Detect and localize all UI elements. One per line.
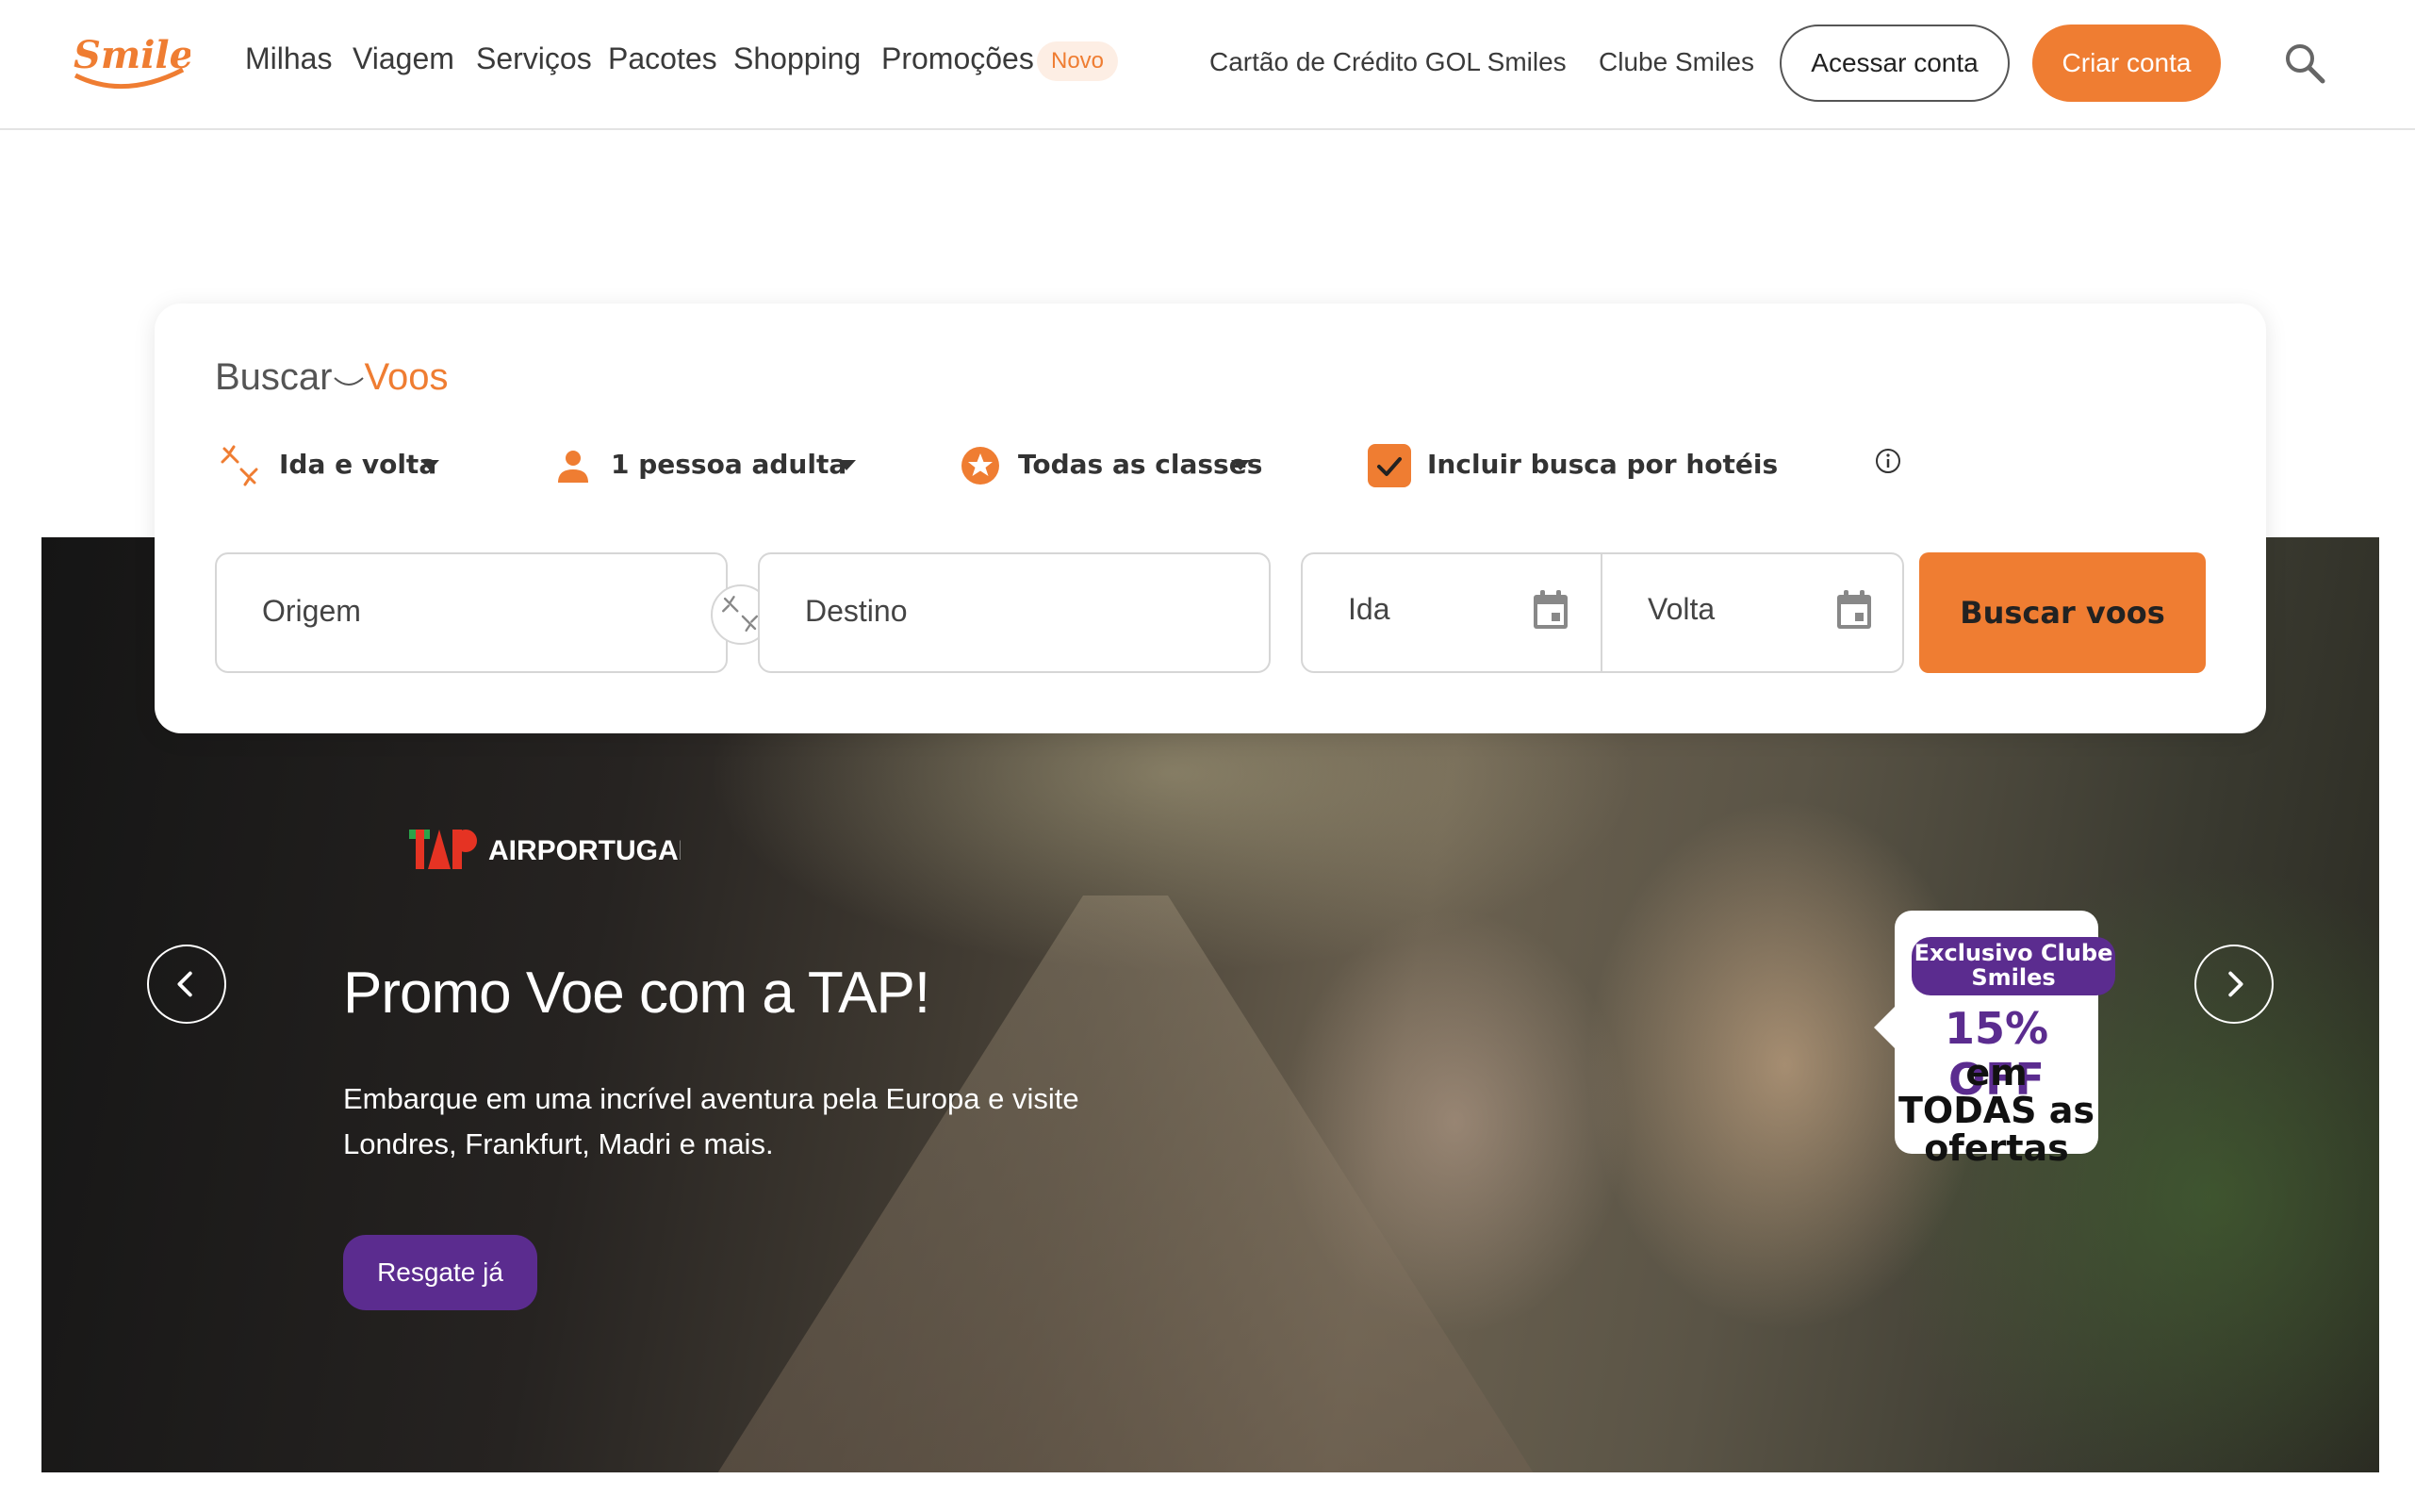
cabin-class-select[interactable]: Todas as classes [960, 443, 1271, 490]
departure-placeholder: Ida [1348, 592, 1390, 626]
credit-card-link[interactable]: Cartão de Crédito GOL Smiles [1209, 47, 1567, 77]
nav-shopping[interactable]: Shopping [733, 41, 861, 76]
include-hotels-label: Incluir busca por hotéis [1427, 449, 1779, 480]
chevron-down-icon [1231, 460, 1250, 470]
search-title-part1: Buscar [215, 356, 333, 398]
svg-text:Smiles: Smiles [74, 33, 190, 77]
carousel-next-button[interactable] [2194, 945, 2274, 1024]
signup-button[interactable]: Criar conta [2032, 25, 2221, 102]
person-icon [558, 451, 588, 483]
nav-promocoes[interactable]: Promoções [881, 41, 1034, 76]
promo-pointer [1874, 1005, 1897, 1050]
search-icon[interactable] [2283, 41, 2326, 85]
tap-logo: AIRPORTUGAL [409, 830, 681, 869]
return-placeholder: Volta [1648, 592, 1716, 626]
origin-placeholder: Origem [262, 594, 361, 628]
plane-icon [221, 445, 258, 486]
nav-servicos[interactable]: Serviços [476, 41, 592, 76]
passengers-select[interactable]: 1 pessoa adulta [554, 443, 865, 490]
club-link[interactable]: Clube Smiles [1599, 47, 1754, 77]
chevron-left-icon [177, 971, 192, 997]
login-button[interactable]: Acessar conta [1780, 25, 2010, 102]
search-flights-button[interactable]: Buscar voos [1919, 552, 2206, 673]
nav-viagem[interactable]: Viagem [353, 41, 454, 76]
new-badge: Novo [1037, 41, 1118, 81]
return-date-field[interactable]: Volta [1601, 552, 1904, 673]
search-title-part2: Voos [364, 356, 449, 398]
hero-title: Promo Voe com a TAP! [343, 961, 930, 1026]
promo-pill: Exclusivo Clube Smiles [1912, 937, 2115, 995]
svg-text:AIRPORTUGAL: AIRPORTUGAL [488, 835, 681, 866]
carousel-prev-button[interactable] [147, 945, 226, 1024]
origin-field[interactable]: Origem [215, 552, 728, 673]
promo-subtext: em TODAS as ofertas [1898, 1052, 2095, 1169]
trip-type-label: Ida e volta [279, 449, 437, 480]
search-title: Buscar Voos [215, 356, 448, 399]
nav-pacotes[interactable]: Pacotes [608, 41, 717, 76]
site-header: Smiles Milhas Viagem Serviços Pacotes Sh… [0, 0, 2415, 130]
departure-date-field[interactable]: Ida [1301, 552, 1602, 673]
cabin-class-label: Todas as classes [1018, 449, 1263, 480]
chevron-down-icon [837, 460, 856, 470]
destination-placeholder: Destino [805, 594, 908, 628]
trip-type-select[interactable]: Ida e volta [219, 443, 454, 490]
calendar-icon [1534, 590, 1568, 629]
checkbox-checked-icon[interactable] [1367, 443, 1412, 488]
hero-cta-button[interactable]: Resgate já [343, 1235, 537, 1310]
flight-search-card: Buscar Voos Ida e volta 1 pessoa adulta T… [155, 304, 2266, 733]
chevron-right-icon [2228, 971, 2243, 997]
include-hotels-checkbox[interactable]: Incluir busca por hotéis [1367, 443, 1900, 490]
passengers-label: 1 pessoa adulta [611, 449, 847, 480]
smiles-logo[interactable]: Smiles [68, 28, 190, 94]
star-icon [961, 447, 999, 485]
destination-field[interactable]: Destino [758, 552, 1271, 673]
nav-milhas[interactable]: Milhas [245, 41, 332, 76]
chevron-down-icon [420, 460, 439, 470]
promo-sticker: Exclusivo Clube Smiles 15% OFF em TODAS … [1874, 911, 2115, 1167]
hero-description: Embarque em uma incrível aventura pela E… [343, 1082, 1079, 1160]
info-icon[interactable] [1874, 447, 1902, 475]
promo-pill-text: Exclusivo Clube Smiles [1914, 940, 2113, 991]
smile-curve-icon [333, 377, 364, 386]
calendar-icon [1837, 590, 1871, 629]
